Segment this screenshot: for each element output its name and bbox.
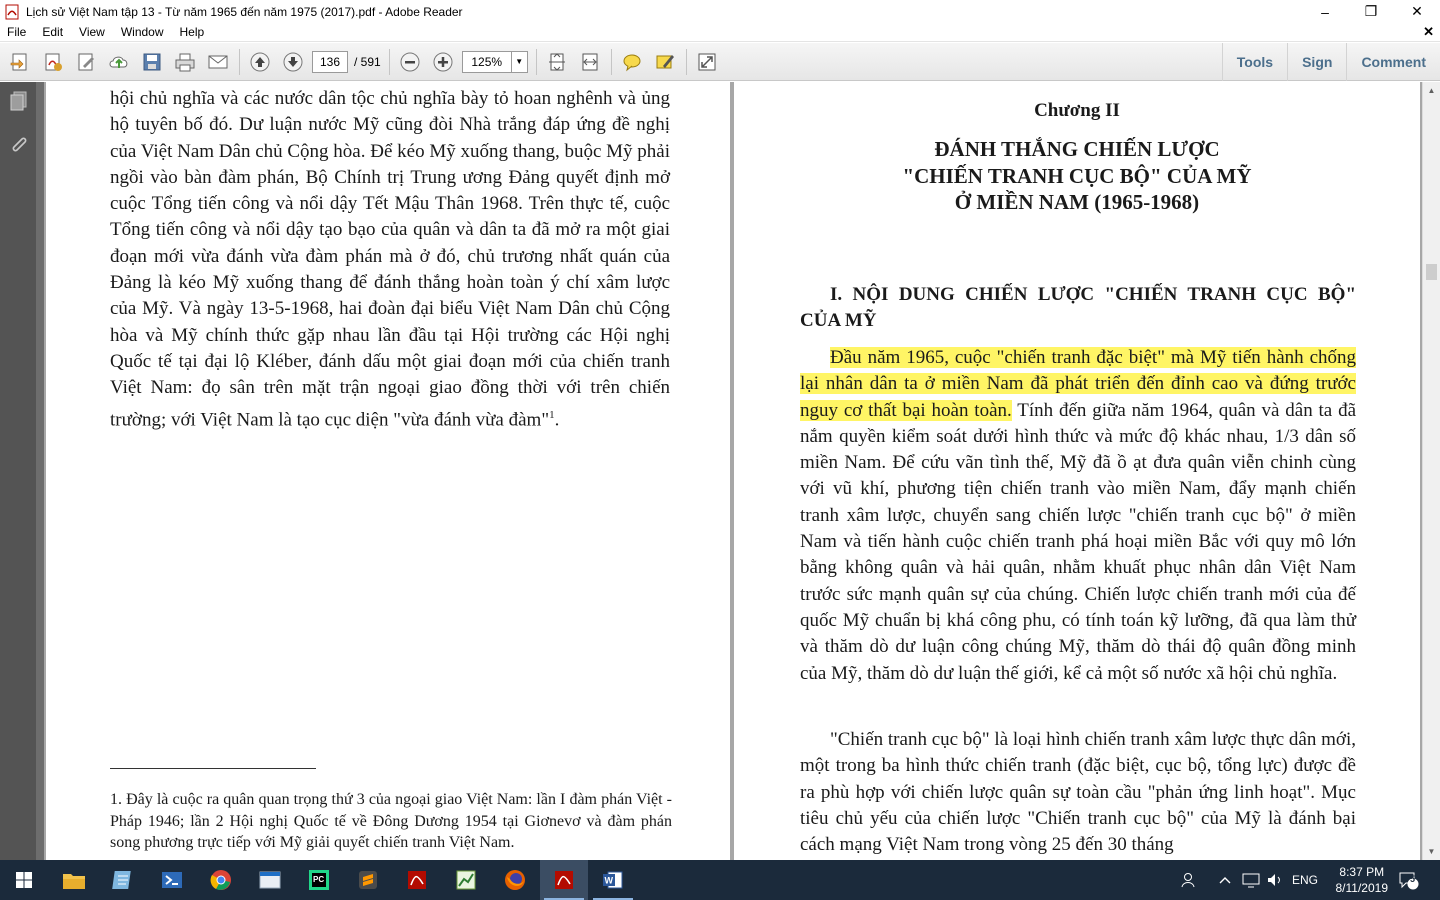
vertical-scrollbar[interactable]: ▲ ▼: [1422, 82, 1440, 860]
clock-time: 8:37 PM: [1339, 865, 1385, 879]
menu-help[interactable]: Help: [172, 25, 213, 39]
window-app-icon[interactable]: [246, 860, 294, 900]
sign-pane-link[interactable]: Sign: [1287, 43, 1346, 81]
page-number-input[interactable]: 136: [312, 50, 348, 73]
open-icon[interactable]: [7, 49, 33, 75]
chapter-title-line3: Ở MIỀN NAM (1965-1968): [954, 190, 1200, 214]
toolbar-separator: [239, 48, 240, 75]
title-bar: Lịch sử Việt Nam tập 13 - Từ năm 1965 đế…: [0, 0, 1440, 23]
close-button[interactable]: ✕: [1394, 0, 1440, 23]
toolbar-separator: [685, 48, 687, 75]
close-document-button[interactable]: ✕: [1423, 24, 1434, 40]
scroll-down-icon[interactable]: ▼: [1423, 843, 1440, 860]
fullscreen-icon[interactable]: [694, 49, 720, 75]
toolbar-separator: [535, 48, 537, 75]
upload-cloud-icon[interactable]: [106, 49, 132, 75]
chapter-title-line2: "CHIẾN TRANH CỤC BỘ" CỦA MỸ: [902, 164, 1252, 188]
paragraph-2: "Chiến tranh cục bộ" là loại hình chiến …: [800, 729, 1356, 856]
powershell-icon[interactable]: [148, 860, 196, 900]
window-title: Lịch sử Việt Nam tập 13 - Từ năm 1965 đế…: [26, 4, 463, 19]
fit-width-icon[interactable]: [577, 49, 603, 75]
menu-edit[interactable]: Edit: [34, 25, 71, 39]
zoom-in-icon[interactable]: [430, 49, 456, 75]
document-view[interactable]: hội chủ nghĩa và các nước dân tộc chủ ng…: [44, 82, 1422, 860]
zoom-out-icon[interactable]: [397, 49, 423, 75]
file-explorer-icon[interactable]: [50, 860, 98, 900]
chevron-up-icon[interactable]: [1218, 860, 1232, 900]
acrobat-icon[interactable]: [393, 860, 441, 900]
print-icon[interactable]: [172, 49, 198, 75]
footnote: 1. Đây là cuộc ra quân quan trọng thứ 3 …: [110, 791, 672, 851]
menu-window[interactable]: Window: [113, 25, 172, 39]
taskbar: PC W ENG 8:37 PM 8/11/2019 5: [0, 860, 1440, 900]
scroll-up-icon[interactable]: ▲: [1423, 82, 1440, 99]
paragraph-1: Đầu năm 1965, cuộc "chiến tranh đặc biệt…: [800, 347, 1357, 684]
toolbar: 136 / 591 125% ▼ Tools Sign Comment: [0, 43, 1440, 81]
toolbar-separator: [610, 48, 612, 75]
maximize-button[interactable]: ❐: [1348, 0, 1394, 23]
pycharm-icon[interactable]: PC: [295, 860, 343, 900]
firefox-icon[interactable]: [491, 860, 539, 900]
notepad-icon[interactable]: [99, 860, 147, 900]
toolbar-separator: [388, 48, 390, 75]
word-icon[interactable]: W: [589, 860, 637, 900]
svg-text:W: W: [605, 876, 614, 886]
section-heading: I. NỘI DUNG CHIẾN LƯỢC "CHIẾN TRANH CỤC …: [800, 284, 1356, 331]
notification-count: 5: [1410, 874, 1416, 884]
network-icon[interactable]: [1242, 860, 1260, 900]
menu-file[interactable]: File: [0, 25, 34, 39]
edit-icon[interactable]: [73, 49, 99, 75]
page-total: / 591: [354, 54, 381, 69]
left-page-paragraph: hội chủ nghĩa và các nước dân tộc chủ ng…: [110, 88, 670, 430]
sublime-text-icon[interactable]: [344, 860, 392, 900]
previous-page-icon[interactable]: [247, 49, 273, 75]
menu-bar: File Edit View Window Help ✕: [0, 23, 1440, 42]
minimize-button[interactable]: ‒: [1302, 0, 1348, 23]
create-pdf-icon[interactable]: [40, 49, 66, 75]
volume-icon[interactable]: [1266, 860, 1284, 900]
tools-pane-link[interactable]: Tools: [1221, 43, 1287, 81]
clock[interactable]: 8:37 PM 8/11/2019: [1336, 864, 1389, 896]
email-icon[interactable]: [205, 49, 231, 75]
footnote-divider: [110, 768, 316, 769]
windows-start-icon[interactable]: [0, 860, 48, 900]
chrome-icon[interactable]: [197, 860, 245, 900]
zoom-value: 125%: [471, 54, 503, 69]
adobe-reader-icon: [5, 4, 19, 19]
chevron-down-icon[interactable]: ▼: [510, 51, 527, 72]
language-indicator[interactable]: ENG: [1292, 860, 1318, 900]
left-page-body: hội chủ nghĩa và các nước dân tộc chủ ng…: [110, 86, 670, 433]
comment-pane-link[interactable]: Comment: [1346, 43, 1440, 81]
footnote-end-punctuation: .: [554, 408, 560, 430]
menu-view[interactable]: View: [71, 25, 113, 39]
sticky-note-icon[interactable]: [619, 49, 645, 75]
pdf-page-left: hội chủ nghĩa và các nước dân tộc chủ ng…: [46, 82, 730, 860]
pdf-page-right: Chương II ĐÁNH THẮNG CHIẾN LƯỢC "CHIẾN T…: [734, 82, 1420, 860]
adobe-reader-taskbar-icon[interactable]: [540, 860, 588, 900]
navigation-pane: [0, 82, 36, 860]
clock-date: 8/11/2019: [1335, 881, 1389, 895]
chapter-title-line1: ĐÁNH THẮNG CHIẾN LƯỢC: [934, 137, 1220, 161]
people-icon[interactable]: [1180, 860, 1198, 900]
highlight-icon[interactable]: [652, 49, 678, 75]
svg-text:PC: PC: [313, 875, 324, 884]
scroll-thumb[interactable]: [1426, 264, 1437, 280]
chapter-label: Chương II: [1034, 100, 1120, 121]
attachments-icon[interactable]: [8, 134, 30, 156]
navigation-pane-border: [36, 82, 44, 860]
action-center-icon[interactable]: 5: [1398, 860, 1420, 900]
save-icon[interactable]: [139, 49, 165, 75]
page-thumbnails-icon[interactable]: [8, 90, 30, 112]
next-page-icon[interactable]: [280, 49, 306, 75]
fit-page-icon[interactable]: [544, 49, 570, 75]
chart-app-icon[interactable]: [442, 860, 490, 900]
zoom-select[interactable]: 125% ▼: [461, 50, 528, 73]
